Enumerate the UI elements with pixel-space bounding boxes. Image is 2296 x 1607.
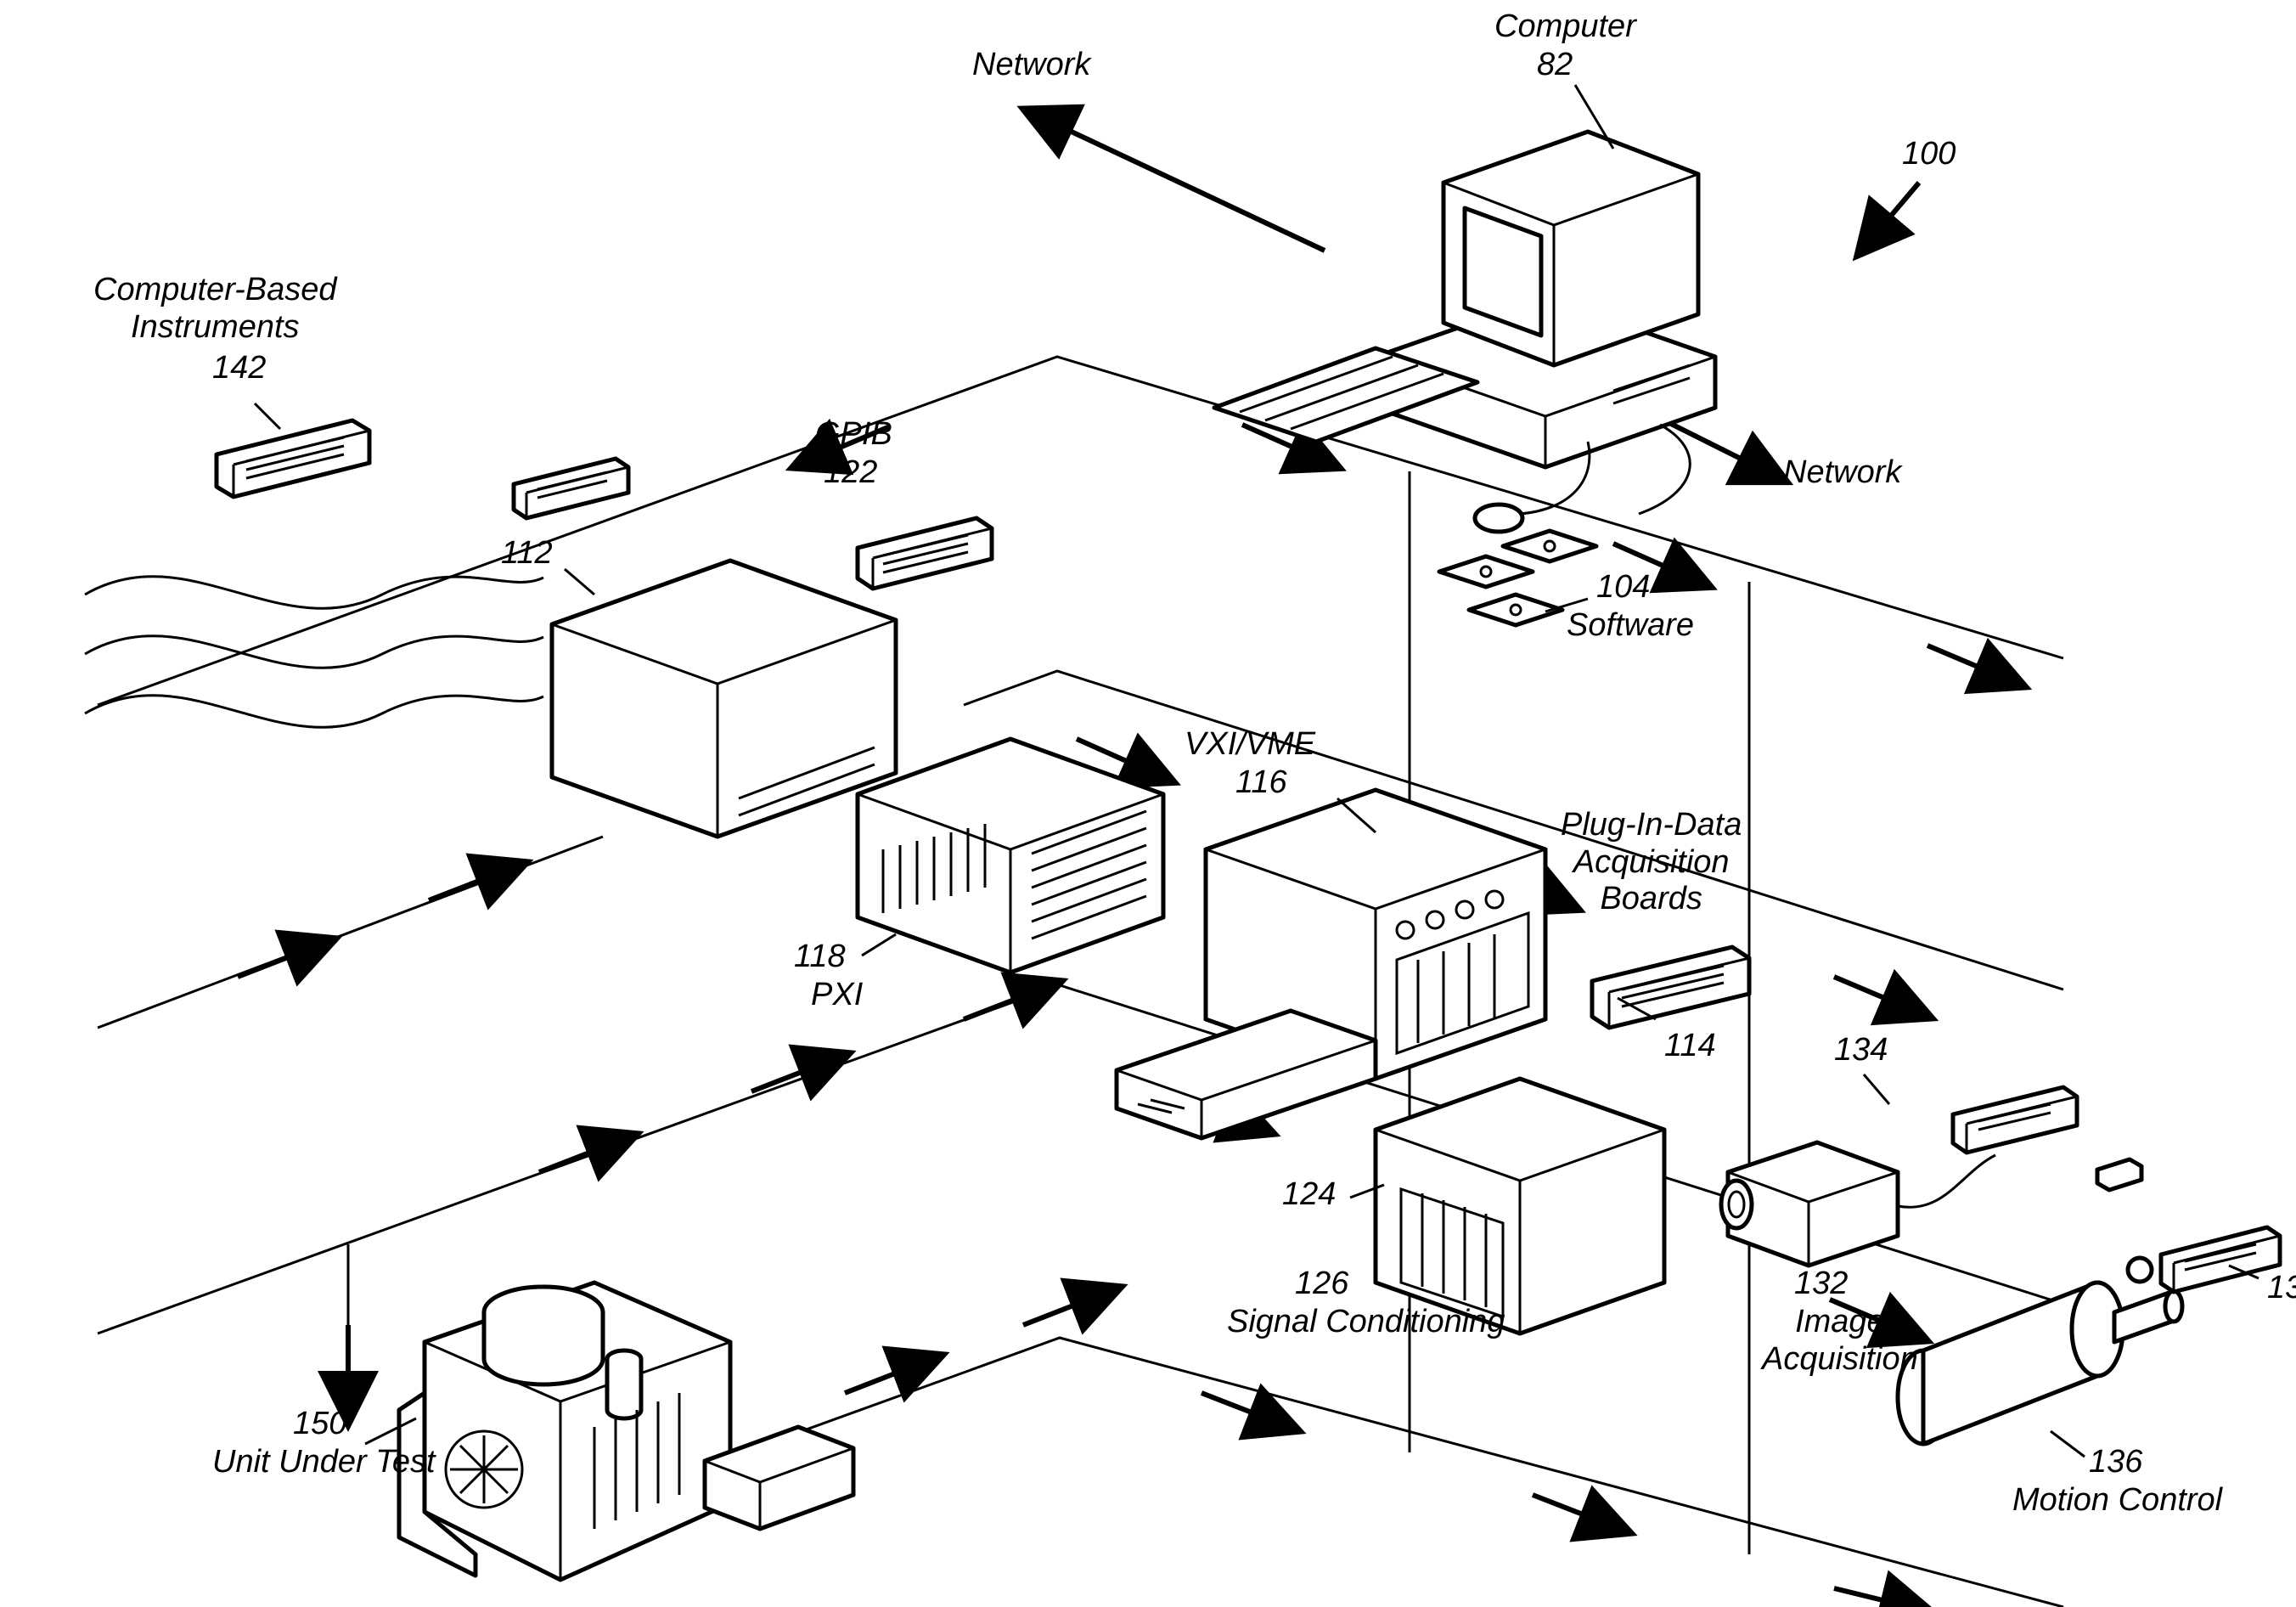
software-ref: 104 bbox=[1596, 569, 1650, 606]
motion-ref: 136 bbox=[2089, 1444, 2142, 1481]
uut-ref: 150 bbox=[293, 1406, 346, 1443]
gpib-ref: 122 bbox=[824, 454, 877, 492]
img-label: Image Acquisition bbox=[1762, 1304, 1918, 1378]
sc-label: Signal Conditioning bbox=[1227, 1304, 1505, 1341]
img-ref: 132 bbox=[1794, 1266, 1848, 1303]
motion-label: Motion Control bbox=[2012, 1482, 2222, 1520]
network-right-label: Network bbox=[1783, 454, 1901, 492]
daq-card-icon bbox=[1592, 947, 1749, 1028]
gpib-instrument-icon bbox=[552, 561, 896, 837]
uut-icon bbox=[365, 1283, 853, 1580]
cbi-ref: 142 bbox=[212, 350, 266, 387]
pxi-icon bbox=[858, 739, 1163, 973]
network-left-label: Network bbox=[972, 47, 1090, 84]
camera-icon bbox=[1721, 1142, 1995, 1266]
vxi-icon bbox=[1117, 790, 1545, 1138]
card-134-icon bbox=[1953, 1087, 2077, 1153]
grid-lines bbox=[98, 357, 2063, 1607]
figure-ref: 100 bbox=[1902, 136, 1956, 173]
gpib-card-icon bbox=[858, 518, 992, 589]
sc-num-ref: 126 bbox=[1295, 1266, 1348, 1303]
cbi-label: Computer-Based Instruments bbox=[93, 272, 337, 346]
daq-label: Plug-In-Data Acquisition Boards bbox=[1561, 807, 1742, 918]
small-chip-icon bbox=[2097, 1159, 2141, 1190]
card-138-icon bbox=[2161, 1227, 2280, 1292]
daq-ref: 114 bbox=[1664, 1028, 1716, 1065]
pxi-ref: 118 bbox=[794, 939, 846, 976]
instr112-ref: 112 bbox=[501, 535, 553, 572]
computer-label: Computer bbox=[1494, 8, 1636, 46]
software-label: Software bbox=[1567, 607, 1694, 645]
card134-ref: 134 bbox=[1834, 1032, 1888, 1069]
uut-label: Unit Under Test bbox=[212, 1444, 436, 1481]
computer-ref: 82 bbox=[1537, 47, 1573, 84]
signal-conditioning-icon bbox=[1350, 1079, 1664, 1334]
card138-ref: 138 bbox=[2267, 1270, 2296, 1307]
vxi-ref: 116 bbox=[1235, 764, 1287, 802]
pxi-label: PXI bbox=[811, 977, 863, 1014]
computer-icon bbox=[1214, 85, 1715, 532]
motion-motor-icon bbox=[1898, 1258, 2182, 1457]
diagram-canvas bbox=[0, 0, 2296, 1607]
vxi-label: VXI/VME bbox=[1185, 726, 1315, 764]
sc-box-ref: 124 bbox=[1282, 1176, 1336, 1214]
gpib-label: GPIB bbox=[815, 416, 892, 454]
